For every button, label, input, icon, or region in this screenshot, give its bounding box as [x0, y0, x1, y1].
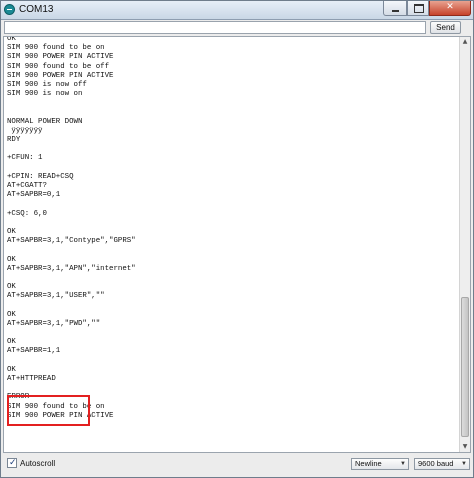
- serial-output-line: +CSQ: 6,0: [7, 209, 47, 218]
- serial-output-line: AT+SAPBR=3,1,"USER","": [7, 292, 105, 301]
- serial-output-line: [7, 274, 455, 283]
- scroll-up-icon[interactable]: ▲: [460, 37, 470, 47]
- serial-output-line: [7, 109, 455, 118]
- window-controls: [383, 1, 471, 17]
- serial-output-line: SIM 900 POWER PIN ACTIVE: [7, 71, 114, 80]
- line-ending-select[interactable]: Newline ▼: [351, 458, 409, 470]
- window-title: COM13: [19, 4, 54, 15]
- send-input[interactable]: [4, 21, 426, 34]
- serial-output-line: AT+SAPBR=0,1: [7, 191, 61, 200]
- serial-output-line: AT+HTTPREAD: [7, 374, 56, 383]
- serial-output-line: RDY: [7, 136, 21, 145]
- close-button[interactable]: [429, 1, 471, 16]
- serial-output-line: NORMAL POWER DOWN: [7, 117, 83, 126]
- chevron-down-icon: ▼: [461, 461, 467, 467]
- send-row: Send: [1, 20, 473, 36]
- baud-rate-select[interactable]: 9600 baud ▼: [414, 458, 470, 470]
- serial-output-area[interactable]: OK SIM 900 found to be on SIM 900 POWER PI…: [3, 36, 471, 453]
- serial-output-line: OK: [7, 227, 16, 236]
- serial-monitor-window: COM13 Send OKSIM 900 found to be onSIM 9…: [0, 0, 474, 478]
- serial-output-line: SIM 900 POWER PIN ACTIVE: [7, 53, 114, 62]
- serial-output-line: OK: [7, 283, 16, 292]
- serial-output-line: [7, 357, 455, 366]
- serial-output-line: AT+CGATT?: [7, 182, 47, 190]
- serial-output-line: [7, 219, 455, 228]
- line-ending-value: Newline: [355, 459, 382, 468]
- serial-output-line: SIM 900 found to be on: [7, 44, 105, 53]
- serial-output-line: [7, 145, 455, 154]
- serial-output-line: OK: [7, 310, 16, 319]
- serial-output-line: OK: [7, 255, 16, 264]
- scroll-thumb[interactable]: [461, 297, 469, 437]
- chevron-down-icon: ▼: [400, 461, 406, 467]
- maximize-button[interactable]: [407, 1, 429, 16]
- serial-output-line: OK: [7, 365, 16, 374]
- serial-output-line: +CFUN: 1: [7, 154, 43, 163]
- serial-output-line: AT+SAPBR=3,1,"Contype","GPRS": [7, 237, 136, 246]
- minimize-button[interactable]: [383, 1, 407, 16]
- arduino-icon: [4, 4, 15, 15]
- serial-output-line: [7, 301, 455, 310]
- serial-output-line: OK: [7, 338, 16, 347]
- autoscroll-label: Autoscroll: [20, 458, 56, 468]
- serial-output-line: SIM 900 is now on: [7, 90, 83, 99]
- serial-output-line: SIM 900 found to be off: [7, 62, 110, 71]
- serial-output-line: [7, 246, 455, 255]
- serial-output-line: +CPIN: READ+CSQ: [7, 172, 74, 181]
- serial-output-text: OK SIM 900 found to be on SIM 900 POWER PI…: [7, 36, 455, 421]
- vertical-scrollbar[interactable]: ▲ ▼: [459, 37, 470, 452]
- serial-output-line: SIM 900 is now off: [7, 80, 87, 89]
- serial-output-line: [7, 200, 455, 209]
- error-highlight-box: [7, 395, 90, 426]
- autoscroll-toggle[interactable]: Autoscroll: [7, 457, 56, 468]
- serial-output-line: [7, 384, 455, 393]
- serial-output-line: [7, 329, 455, 338]
- bottom-bar: Autoscroll Newline ▼ 9600 baud ▼: [1, 454, 473, 476]
- serial-output-line: AT+SAPBR=3,1,"PWD","": [7, 319, 101, 328]
- serial-output-line: ÿÿÿÿÿÿÿ: [7, 126, 43, 135]
- send-button[interactable]: Send: [430, 21, 461, 34]
- autoscroll-checkbox[interactable]: [7, 457, 17, 468]
- title-bar: COM13: [1, 1, 473, 20]
- baud-rate-value: 9600 baud: [418, 459, 454, 468]
- scroll-down-icon[interactable]: ▼: [460, 442, 470, 452]
- serial-output-line: AT+SAPBR=1,1: [7, 347, 61, 356]
- serial-output-line: AT+SAPBR=3,1,"APN","internet": [7, 264, 136, 273]
- serial-output-line: OK: [7, 36, 16, 43]
- serial-output-line: [7, 164, 455, 173]
- serial-output-line: [7, 99, 455, 108]
